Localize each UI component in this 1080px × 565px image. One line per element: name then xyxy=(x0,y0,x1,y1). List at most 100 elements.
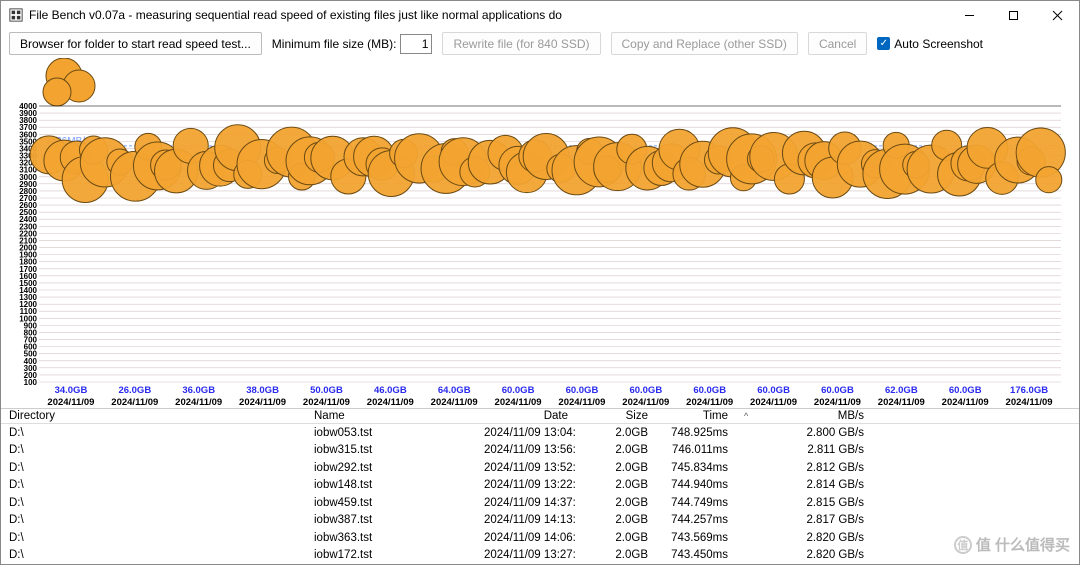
svg-text:2024/11/09: 2024/11/09 xyxy=(686,397,733,408)
col-header-mbs[interactable]: MB/s xyxy=(752,409,872,423)
table-row[interactable]: D:\iobw148.tst2024/11/09 13:22:172.0GB74… xyxy=(1,477,1079,495)
table-row[interactable]: D:\iobw459.tst2024/11/09 14:37:382.0GB74… xyxy=(1,494,1079,512)
cell-size: 2.0GB xyxy=(576,497,656,509)
minimize-button[interactable] xyxy=(947,1,991,29)
table-row[interactable]: D:\iobw363.tst2024/11/09 14:06:372.0GB74… xyxy=(1,529,1079,547)
cell-size: 2.0GB xyxy=(576,444,656,456)
app-window: File Bench v0.07a - measuring sequential… xyxy=(0,0,1080,565)
svg-text:60.0GB: 60.0GB xyxy=(757,385,790,396)
cell-mbs: 2.815 GB/s xyxy=(752,497,872,509)
sort-indicator-icon: ^ xyxy=(736,409,752,423)
table-row[interactable]: D:\iobw387.tst2024/11/09 14:13:462.0GB74… xyxy=(1,512,1079,530)
cell-time: 744.940ms xyxy=(656,479,736,491)
cell-name: iobw292.tst xyxy=(306,462,476,474)
cell-mbs: 2.820 GB/s xyxy=(752,549,872,561)
cell-mbs: 2.812 GB/s xyxy=(752,462,872,474)
chart-area: 1002003004005006007008009001000110012001… xyxy=(1,58,1079,408)
cell-date: 2024/11/09 13:04:15 xyxy=(476,427,576,439)
col-header-time[interactable]: Time xyxy=(656,409,736,423)
cell-mbs: 2.820 GB/s xyxy=(752,532,872,544)
cell-size: 2.0GB xyxy=(576,479,656,491)
cell-date: 2024/11/09 14:06:37 xyxy=(476,532,576,544)
svg-text:2024/11/09: 2024/11/09 xyxy=(942,397,989,408)
title-bar: File Bench v0.07a - measuring sequential… xyxy=(1,1,1079,29)
min-file-size-input[interactable] xyxy=(400,34,432,54)
svg-text:2024/11/09: 2024/11/09 xyxy=(558,397,605,408)
cell-directory: D:\ xyxy=(1,532,306,544)
table-row[interactable]: D:\iobw292.tst2024/11/09 13:52:052.0GB74… xyxy=(1,459,1079,477)
svg-text:2024/11/09: 2024/11/09 xyxy=(175,397,222,408)
cell-date: 2024/11/09 13:22:17 xyxy=(476,479,576,491)
cell-mbs: 2.800 GB/s xyxy=(752,427,872,439)
rewrite-file-button[interactable]: Rewrite file (for 840 SSD) xyxy=(442,32,600,55)
svg-text:2024/11/09: 2024/11/09 xyxy=(431,397,478,408)
cell-name: iobw315.tst xyxy=(306,444,476,456)
copy-replace-button[interactable]: Copy and Replace (other SSD) xyxy=(611,32,798,55)
table-row[interactable]: D:\iobw172.tst2024/11/09 13:27:102.0GB74… xyxy=(1,547,1079,565)
cell-date: 2024/11/09 14:37:38 xyxy=(476,497,576,509)
browse-folder-button[interactable]: Browser for folder to start read speed t… xyxy=(9,32,262,55)
svg-text:2024/11/09: 2024/11/09 xyxy=(367,397,414,408)
svg-text:2024/11/09: 2024/11/09 xyxy=(303,397,350,408)
svg-text:26.0GB: 26.0GB xyxy=(118,385,151,396)
cell-size: 2.0GB xyxy=(576,514,656,526)
cell-size: 2.0GB xyxy=(576,549,656,561)
svg-text:4000: 4000 xyxy=(19,102,37,111)
table-row[interactable]: D:\iobw315.tst2024/11/09 13:56:522.0GB74… xyxy=(1,442,1079,460)
svg-text:176.0GB: 176.0GB xyxy=(1010,385,1048,396)
speed-chart: 1002003004005006007008009001000110012001… xyxy=(9,58,1069,408)
cell-directory: D:\ xyxy=(1,479,306,491)
cell-name: iobw363.tst xyxy=(306,532,476,544)
col-header-date[interactable]: Date xyxy=(476,409,576,423)
col-header-name[interactable]: Name xyxy=(306,409,476,423)
svg-text:2024/11/09: 2024/11/09 xyxy=(495,397,542,408)
close-button[interactable] xyxy=(1035,1,1079,29)
maximize-button[interactable] xyxy=(991,1,1035,29)
toolbar: Browser for folder to start read speed t… xyxy=(1,29,1079,58)
cell-date: 2024/11/09 13:56:52 xyxy=(476,444,576,456)
svg-text:34.0GB: 34.0GB xyxy=(55,385,88,396)
svg-text:36.0GB: 36.0GB xyxy=(182,385,215,396)
col-header-directory[interactable]: Directory xyxy=(1,409,306,423)
cell-time: 745.834ms xyxy=(656,462,736,474)
svg-text:38.0GB: 38.0GB xyxy=(246,385,279,396)
svg-text:46.0GB: 46.0GB xyxy=(374,385,407,396)
cell-directory: D:\ xyxy=(1,497,306,509)
svg-text:2024/11/09: 2024/11/09 xyxy=(750,397,797,408)
svg-text:60.0GB: 60.0GB xyxy=(693,385,726,396)
cell-size: 2.0GB xyxy=(576,427,656,439)
cell-name: iobw172.tst xyxy=(306,549,476,561)
col-header-size[interactable]: Size xyxy=(576,409,656,423)
cell-time: 744.749ms xyxy=(656,497,736,509)
table-row[interactable]: D:\iobw053.tst2024/11/09 13:04:152.0GB74… xyxy=(1,424,1079,442)
cell-size: 2.0GB xyxy=(576,532,656,544)
cell-date: 2024/11/09 13:27:10 xyxy=(476,549,576,561)
svg-text:62.0GB: 62.0GB xyxy=(885,385,918,396)
cell-name: iobw053.tst xyxy=(306,427,476,439)
min-file-size-label: Minimum file size (MB): xyxy=(272,37,397,51)
cell-name: iobw148.tst xyxy=(306,479,476,491)
cell-directory: D:\ xyxy=(1,549,306,561)
cell-time: 743.450ms xyxy=(656,549,736,561)
svg-text:64.0GB: 64.0GB xyxy=(438,385,471,396)
window-title: File Bench v0.07a - measuring sequential… xyxy=(29,8,562,22)
cell-mbs: 2.814 GB/s xyxy=(752,479,872,491)
svg-text:2024/11/09: 2024/11/09 xyxy=(622,397,669,408)
cell-mbs: 2.811 GB/s xyxy=(752,444,872,456)
svg-text:2024/11/09: 2024/11/09 xyxy=(239,397,286,408)
app-icon xyxy=(9,8,23,22)
cell-date: 2024/11/09 14:13:46 xyxy=(476,514,576,526)
svg-text:60.0GB: 60.0GB xyxy=(821,385,854,396)
auto-screenshot-checkbox[interactable]: ✓ Auto Screenshot xyxy=(877,37,983,51)
cancel-button[interactable]: Cancel xyxy=(808,32,867,55)
cell-name: iobw387.tst xyxy=(306,514,476,526)
cell-size: 2.0GB xyxy=(576,462,656,474)
svg-text:60.0GB: 60.0GB xyxy=(949,385,982,396)
svg-text:60.0GB: 60.0GB xyxy=(502,385,535,396)
svg-text:60.0GB: 60.0GB xyxy=(629,385,662,396)
svg-text:2024/11/09: 2024/11/09 xyxy=(47,397,94,408)
chart-bubbles xyxy=(30,58,1065,202)
cell-directory: D:\ xyxy=(1,462,306,474)
results-table: Directory Name Date Size Time ^ MB/s D:\… xyxy=(1,408,1079,564)
cell-directory: D:\ xyxy=(1,444,306,456)
